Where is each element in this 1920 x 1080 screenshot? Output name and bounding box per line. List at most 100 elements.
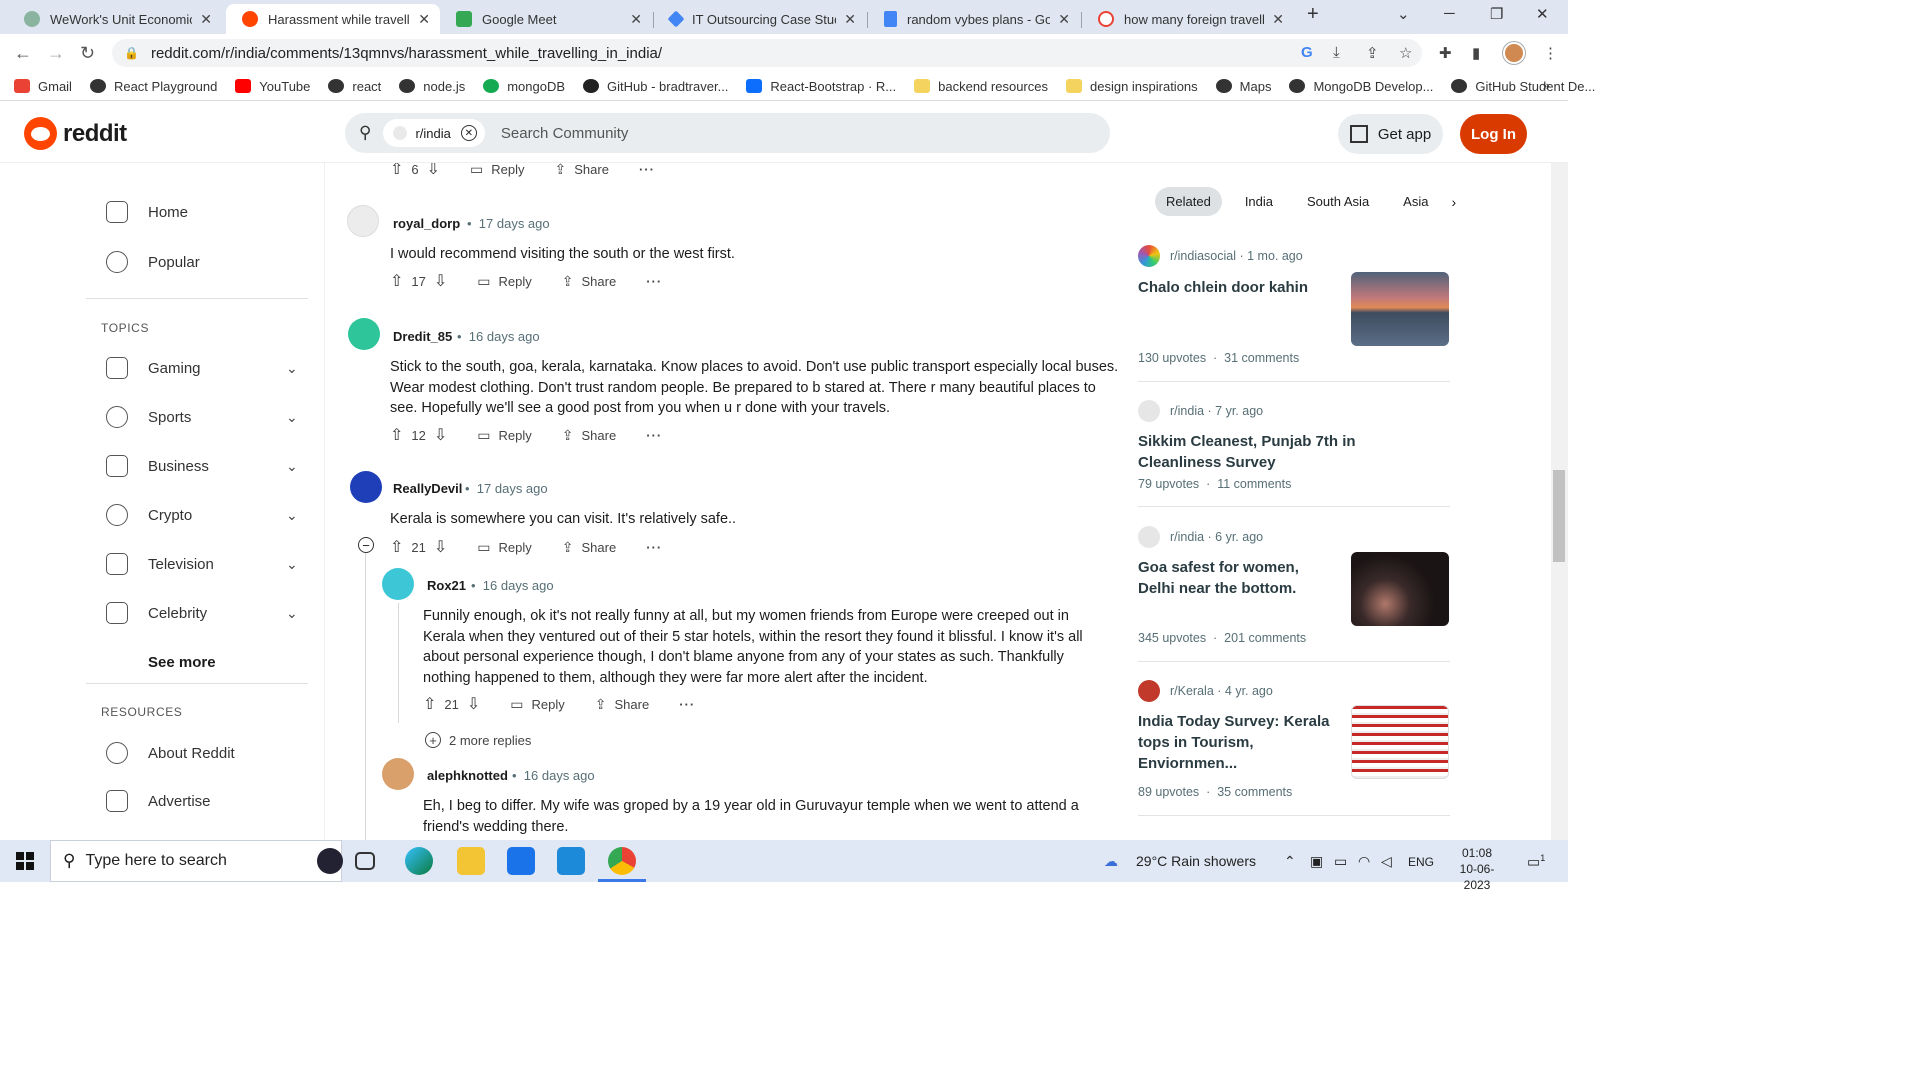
share-button[interactable]: ⇪ Share xyxy=(562,273,616,290)
tab-close-icon[interactable]: ✕ xyxy=(1272,11,1284,28)
chevron-down-icon[interactable]: ⌄ xyxy=(286,507,298,524)
taskbar-search[interactable]: ⚲ Type here to search xyxy=(50,840,343,882)
card-thumbnail[interactable] xyxy=(1351,552,1449,626)
collapse-thread-icon[interactable]: − xyxy=(358,537,374,553)
more-options-icon[interactable]: ··· xyxy=(639,163,655,177)
extensions-icon[interactable]: ✚ xyxy=(1439,44,1452,62)
comment-author[interactable]: alephknotted xyxy=(427,768,508,783)
thread-line[interactable] xyxy=(365,553,366,840)
topic-celebrity[interactable]: Celebrity ⌄ xyxy=(106,602,298,624)
tab-related[interactable]: Related xyxy=(1155,187,1222,216)
card-thumbnail[interactable] xyxy=(1351,272,1449,346)
reply-button[interactable]: ▭ Reply xyxy=(510,696,564,713)
tab-close-icon[interactable]: ✕ xyxy=(1058,11,1070,28)
avatar[interactable] xyxy=(350,471,382,503)
topic-television[interactable]: Television ⌄ xyxy=(106,553,298,575)
bookmark-react-bootstrap[interactable]: React-Bootstrap · R... xyxy=(746,79,896,94)
chevron-down-icon[interactable]: ⌄ xyxy=(286,360,298,377)
task-view-icon[interactable] xyxy=(355,852,375,870)
close-window-icon[interactable]: ✕ xyxy=(1536,5,1549,23)
browser-tab-0[interactable]: WeWork's Unit Economics ✕ xyxy=(8,4,222,34)
more-options-icon[interactable]: ··· xyxy=(646,428,662,443)
more-options-icon[interactable]: ··· xyxy=(646,274,662,289)
bookmark-gmail[interactable]: Gmail xyxy=(14,79,72,94)
tab-search-chevron-icon[interactable]: ⌄ xyxy=(1397,5,1410,23)
vscode-icon[interactable] xyxy=(557,847,585,875)
bookmark-star-icon[interactable]: ☆ xyxy=(1399,44,1412,62)
reply-button[interactable]: ▭ Reply xyxy=(477,427,531,444)
bookmarks-overflow-icon[interactable]: » xyxy=(1543,78,1550,93)
get-app-button[interactable]: Get app xyxy=(1338,114,1443,154)
comment-author[interactable]: royal_dorp xyxy=(393,216,460,231)
bookmark-design-inspirations[interactable]: design inspirations xyxy=(1065,79,1198,94)
profile-avatar[interactable] xyxy=(1503,42,1525,64)
browser-tab-2[interactable]: Google Meet ✕ xyxy=(440,4,652,34)
comment-author[interactable]: Dredit_85 xyxy=(393,329,452,344)
resource-about-reddit[interactable]: About Reddit xyxy=(106,742,235,764)
resource-advertise[interactable]: Advertise xyxy=(106,790,211,812)
upvote-icon[interactable]: ⇧ xyxy=(390,271,403,291)
community-search-bar[interactable]: ⚲ r/india ✕ Search Community xyxy=(345,113,1110,153)
side-panel-icon[interactable]: ▮ xyxy=(1472,44,1480,62)
more-options-icon[interactable]: ··· xyxy=(646,540,662,555)
back-arrow-icon[interactable]: ← xyxy=(14,43,32,64)
reply-button[interactable]: ▭ Reply xyxy=(477,539,531,556)
card-title[interactable]: Goa safest for women, Delhi near the bot… xyxy=(1138,557,1338,599)
card-thumbnail[interactable] xyxy=(1351,705,1449,779)
tab-close-icon[interactable]: ✕ xyxy=(630,11,642,28)
bookmark-maps[interactable]: Maps xyxy=(1215,79,1271,94)
downvote-icon[interactable]: ⇩ xyxy=(467,694,480,714)
browser-tab-1[interactable]: Harassment while travelling ✕ xyxy=(226,4,440,34)
upvote-icon[interactable]: ⇧ xyxy=(390,425,403,445)
address-bar[interactable]: 🔒 reddit.com/r/india/comments/13qmnvs/ha… xyxy=(112,39,1422,67)
weather-icon[interactable]: ☁ xyxy=(1104,853,1118,870)
reddit-logo[interactable]: reddit xyxy=(24,117,127,150)
tab-close-icon[interactable]: ✕ xyxy=(418,11,430,28)
community-chip[interactable]: r/india ✕ xyxy=(383,119,485,147)
share-button[interactable]: ⇪ Share xyxy=(562,539,616,556)
wifi-icon[interactable]: ◠ xyxy=(1358,853,1370,870)
avatar[interactable] xyxy=(347,205,379,237)
tray-chevron-up-icon[interactable]: ⌃ xyxy=(1284,853,1296,870)
browser-tab-4[interactable]: random vybes plans - Goog ✕ xyxy=(868,4,1080,34)
taskbar-clock[interactable]: 01:08 10-06-2023 xyxy=(1447,845,1507,893)
bookmark-react-playground[interactable]: React Playground xyxy=(89,79,217,94)
bookmark-github-student[interactable]: GitHub Student De... xyxy=(1451,79,1595,94)
chevron-down-icon[interactable]: ⌄ xyxy=(286,556,298,573)
upvote-icon[interactable]: ⇧ xyxy=(423,694,436,714)
chevron-right-icon[interactable]: › xyxy=(1451,194,1456,210)
topic-gaming[interactable]: Gaming ⌄ xyxy=(106,357,298,379)
card-subreddit[interactable]: r/Kerala · 4 yr. ago xyxy=(1138,680,1273,702)
card-title[interactable]: Chalo chlein door kahin xyxy=(1138,277,1338,298)
topic-crypto[interactable]: Crypto ⌄ xyxy=(106,504,298,526)
battery-icon[interactable]: ▭ xyxy=(1334,853,1347,870)
share-button[interactable]: ⇪ Share xyxy=(562,427,616,444)
bookmark-github-bradtraversy[interactable]: GitHub - bradtraver... xyxy=(583,79,728,94)
scrollbar-thumb[interactable] xyxy=(1553,470,1565,562)
reply-button[interactable]: ▭ Reply xyxy=(470,163,524,178)
downvote-icon[interactable]: ⇩ xyxy=(434,271,447,291)
upvote-icon[interactable]: ⇧ xyxy=(390,163,403,179)
forward-arrow-icon[interactable]: → xyxy=(47,43,65,64)
maximize-icon[interactable]: ❐ xyxy=(1490,5,1503,23)
bookmark-youtube[interactable]: YouTube xyxy=(235,79,310,94)
meet-now-icon[interactable]: ▣ xyxy=(1310,853,1323,870)
weather-text[interactable]: 29°C Rain showers xyxy=(1136,853,1256,869)
browser-tab-5[interactable]: how many foreign travellers ✕ xyxy=(1082,4,1294,34)
notification-icon[interactable]: ▭1 xyxy=(1527,853,1545,871)
login-button[interactable]: Log In xyxy=(1460,114,1527,154)
install-app-icon[interactable]: ⤓ xyxy=(1333,44,1340,61)
comment-author[interactable]: ReallyDevil xyxy=(393,481,462,496)
search-input[interactable]: Search Community xyxy=(501,125,629,142)
browser-tab-3[interactable]: IT Outsourcing Case Studies ✕ xyxy=(654,4,866,34)
card-subreddit[interactable]: r/indiasocial · 1 mo. ago xyxy=(1138,245,1303,267)
downvote-icon[interactable]: ⇩ xyxy=(434,425,447,445)
nav-home[interactable]: Home xyxy=(106,201,188,223)
tab-close-icon[interactable]: ✕ xyxy=(200,11,212,28)
card-title[interactable]: India Today Survey: Kerala tops in Touri… xyxy=(1138,711,1343,774)
new-tab-icon[interactable]: + xyxy=(1307,3,1319,26)
tab-south-asia[interactable]: South Asia xyxy=(1296,187,1380,216)
tab-asia[interactable]: Asia xyxy=(1392,187,1439,216)
avatar[interactable] xyxy=(382,568,414,600)
topic-business[interactable]: Business ⌄ xyxy=(106,455,298,477)
